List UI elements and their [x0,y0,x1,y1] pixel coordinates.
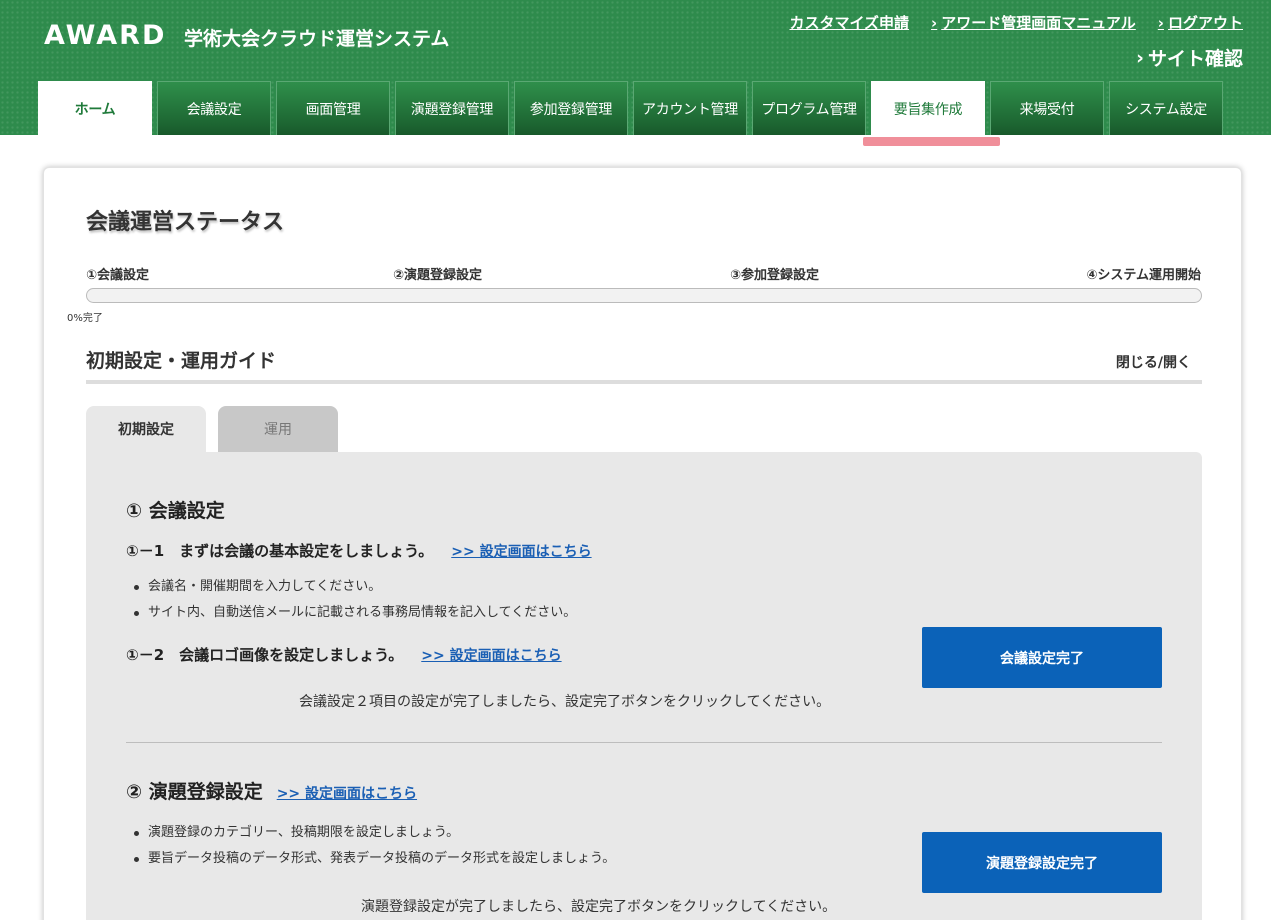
site-check-link[interactable]: › サイト確認 [1136,44,1243,71]
customize-request-link[interactable]: カスタマイズ申請 [789,12,909,33]
nav-tab-account-management[interactable]: アカウント管理 [633,81,747,135]
settings-link-1-2[interactable]: >> 設定画面はこちら [421,645,561,665]
main-nav: ホーム 会議設定 画面管理 演題登録管理 参加登録管理 アカウント管理 プログラ… [38,81,1223,135]
nav-tab-reception[interactable]: 来場受付 [990,81,1104,135]
list-item: 会議名・開催期間を入力してください。 [126,574,576,600]
settings-link-2[interactable]: >> 設定画面はこちら [277,783,417,803]
logout-link[interactable]: › ログアウト [1158,12,1243,33]
manual-link[interactable]: › アワード管理画面マニュアル [931,12,1136,33]
guide-panel: ① 会議設定 ①－1 まずは会議の基本設定をしましょう。 >> 設定画面はこちら… [86,452,1202,920]
chevron-right-icon: › [1157,13,1164,32]
chevron-right-icon: › [1136,46,1144,69]
step-2-label: ②演題登録設定 [393,268,483,283]
section-1-bullets: 会議名・開催期間を入力してください。 サイト内、自動送信メールに記載される事務局… [126,574,576,626]
chevron-right-icon: › [931,13,938,32]
top-links: カスタマイズ申請 › アワード管理画面マニュアル › ログアウト [789,12,1243,33]
progress-text: 0%完了 [67,313,103,324]
progress-bar [86,288,1202,303]
nav-tab-conference-settings[interactable]: 会議設定 [157,81,271,135]
nav-tab-abstract-book[interactable]: 要旨集作成 [871,81,985,135]
section-2-title: ② 演題登録設定 [126,781,263,803]
guide-divider [86,380,1202,384]
section-2-bullets: 演題登録のカテゴリー、投稿期限を設定しましょう。 要旨データ投稿のデータ形式、発… [126,820,615,872]
site-title: 学術大会クラウド運営システム [184,28,450,50]
section-1-title: ① 会議設定 [126,500,225,522]
section-2-heading: ② 演題登録設定 >> 設定画面はこちら [126,777,417,804]
section-2-note: 演題登録設定が完了しましたら、設定完了ボタンをクリックしてください。 [361,899,837,915]
nav-tab-program-management[interactable]: プログラム管理 [752,81,866,135]
guide-toggle-button[interactable]: 閉じる/開く [1116,352,1191,372]
step-1-label: ①会議設定 [86,268,150,283]
conference-settings-complete-button[interactable]: 会議設定完了 [922,627,1162,688]
list-item: 要旨データ投稿のデータ形式、発表データ投稿のデータ形式を設定しましょう。 [126,846,615,872]
guide-title: 初期設定・運用ガイド [86,350,277,372]
abstract-registration-complete-button[interactable]: 演題登録設定完了 [922,832,1162,893]
list-item: 演題登録のカテゴリー、投稿期限を設定しましょう。 [126,820,615,846]
highlight-underline [863,137,1000,146]
step-4-label: ④システム運用開始 [1086,268,1201,283]
nav-tab-home[interactable]: ホーム [38,81,152,135]
award-logo[interactable]: AWARD [44,20,166,51]
tab-operation[interactable]: 運用 [218,406,338,452]
status-title: 会議運営ステータス [86,210,285,235]
list-item: サイト内、自動送信メールに記載される事務局情報を記入してください。 [126,600,576,626]
tab-initial-settings[interactable]: 初期設定 [86,406,206,452]
section-divider [126,742,1162,743]
nav-tab-system-settings[interactable]: システム設定 [1109,81,1223,135]
main-card: 会議運営ステータス ①会議設定 ②演題登録設定 ③参加登録設定 ④システム運用開… [43,167,1242,920]
section-1-1-heading: ①－1 まずは会議の基本設定をしましょう。 >> 設定画面はこちら [126,541,592,561]
header: AWARD 学術大会クラウド運営システム カスタマイズ申請 › アワード管理画面… [0,0,1271,135]
section-1-note: 会議設定２項目の設定が完了しましたら、設定完了ボタンをクリックしてください。 [299,694,831,710]
nav-tab-abstract-registration[interactable]: 演題登録管理 [395,81,509,135]
nav-tab-participant-registration[interactable]: 参加登録管理 [514,81,628,135]
step-3-label: ③参加登録設定 [730,268,820,283]
settings-link-1-1[interactable]: >> 設定画面はこちら [451,541,591,561]
nav-tab-screen-management[interactable]: 画面管理 [276,81,390,135]
section-1-2-heading: ①－2 会議ロゴ画像を設定しましょう。 >> 設定画面はこちら [126,645,562,665]
